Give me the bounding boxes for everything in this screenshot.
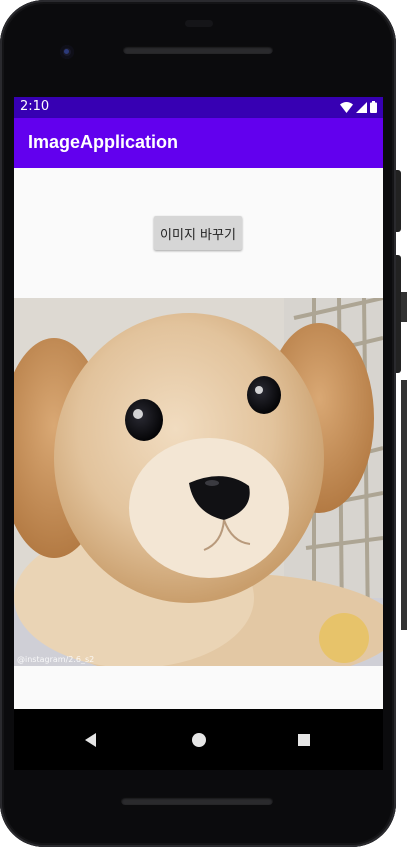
earpiece-speaker [123, 46, 273, 54]
app-title: ImageApplication [28, 132, 179, 152]
status-time: 2:10 [20, 99, 50, 114]
wifi-icon [340, 101, 353, 113]
home-icon[interactable] [192, 733, 206, 747]
recent-apps-icon[interactable] [298, 734, 310, 746]
sensor-slot [185, 20, 213, 27]
change-image-button[interactable]: 이미지 바꾸기 [154, 216, 242, 250]
background-window-edge [401, 380, 407, 630]
front-camera [60, 45, 74, 59]
puppy-illustration [14, 298, 383, 666]
bottom-speaker [121, 797, 273, 805]
puppy-image: @instagram/2.6_s2 [14, 298, 383, 666]
background-window-edge [401, 292, 407, 322]
cellular-signal-icon [356, 101, 367, 113]
device-screen: 2:10 ImageApplication 이미지 바꾸기 @instagram… [14, 97, 383, 770]
phone-frame: 2:10 ImageApplication 이미지 바꾸기 @instagram… [0, 0, 396, 847]
app-bar: ImageApplication [14, 118, 383, 168]
power-button[interactable] [396, 170, 401, 232]
battery-icon [370, 101, 377, 113]
status-icons [340, 101, 377, 113]
main-content: 이미지 바꾸기 @instagram/2.6_s2 [14, 168, 383, 709]
image-watermark: @instagram/2.6_s2 [17, 655, 95, 664]
status-bar: 2:10 [14, 97, 383, 118]
navigation-bar [14, 709, 383, 770]
back-icon[interactable] [85, 733, 96, 747]
